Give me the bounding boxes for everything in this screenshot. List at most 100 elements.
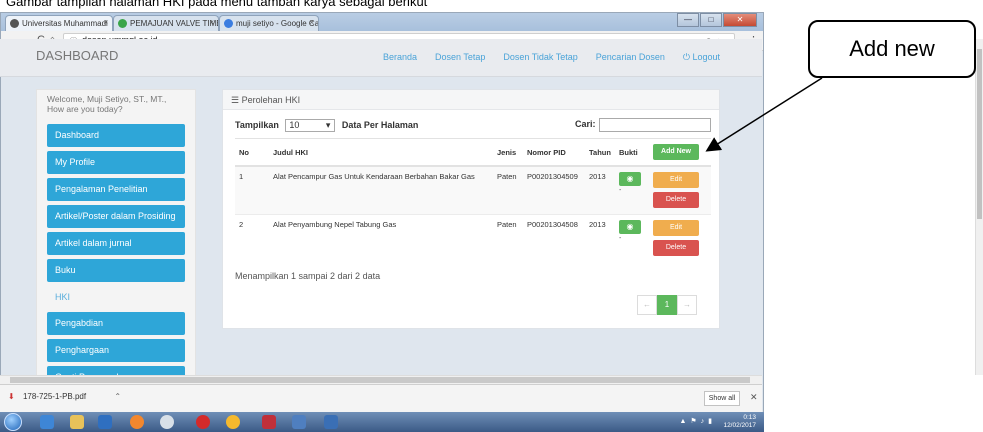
pagination: ← 1 → xyxy=(637,295,697,315)
list-icon: ☰ xyxy=(231,95,242,105)
sidebar-item-hki[interactable]: HKI xyxy=(47,286,185,308)
sidebar-item-pengalaman-penelitian[interactable]: Pengalaman Penelitian xyxy=(47,178,185,201)
hki-panel: ☰ Perolehan HKI Tampilkan 10 ▾ Data Per … xyxy=(222,89,720,329)
scrollbar-thumb[interactable] xyxy=(977,49,982,219)
clock[interactable]: 0:13 12/02/2017 xyxy=(723,414,756,430)
cell-jenis: Paten xyxy=(493,213,523,261)
tab-strip: Universitas Muhammadi × PEMAJUAN VALVE T… xyxy=(1,13,763,31)
panel-header: ☰ Perolehan HKI xyxy=(223,90,719,110)
word-icon[interactable] xyxy=(324,415,338,429)
col-judul[interactable]: Judul HKI xyxy=(269,138,493,167)
tray-icons[interactable]: ▲⚑♪▮ xyxy=(679,417,716,425)
cell-jenis: Paten xyxy=(493,165,523,214)
site-header: DASHBOARD Beranda Dosen Tetap Dosen Tida… xyxy=(0,39,762,77)
col-nomor-pid[interactable]: Nomor PID xyxy=(523,138,585,167)
browser-tab-1[interactable]: Universitas Muhammadi × xyxy=(5,15,113,31)
col-tahun[interactable]: Tahun xyxy=(585,138,615,167)
show-all-button[interactable]: Show all xyxy=(704,391,740,406)
firefox-icon[interactable] xyxy=(130,415,144,429)
close-icon[interactable]: × xyxy=(103,18,108,27)
horizontal-scrollbar[interactable] xyxy=(0,375,762,384)
google-icon xyxy=(224,19,233,28)
site-brand[interactable]: DASHBOARD xyxy=(36,48,118,63)
nav-beranda[interactable]: Beranda xyxy=(383,52,417,63)
chrome-icon[interactable] xyxy=(160,415,174,429)
table-row: 2 Alat Penyambung Nepel Tabung Gas Paten… xyxy=(235,213,711,261)
close-icon[interactable]: × xyxy=(309,18,314,27)
screenshot-icon[interactable] xyxy=(292,415,306,429)
nav-logout[interactable]: ⏻ Logout xyxy=(683,52,720,63)
sidebar-item-my-profile[interactable]: My Profile xyxy=(47,151,185,174)
tab-label: PEMAJUAN VALVE TIME xyxy=(130,19,219,28)
opera-icon[interactable] xyxy=(196,415,210,429)
add-new-button[interactable]: Add New xyxy=(653,144,699,160)
col-jenis[interactable]: Jenis xyxy=(493,138,523,167)
pdf-icon: ⬇ xyxy=(8,392,15,401)
scrollbar-thumb[interactable] xyxy=(10,377,750,383)
nav-dosen-tidak-tetap[interactable]: Dosen Tidak Tetap xyxy=(503,52,577,63)
app-icon[interactable] xyxy=(226,415,240,429)
cell-actions: Edit Delete xyxy=(649,165,711,214)
next-page-button[interactable]: → xyxy=(677,295,697,315)
tab-label: muji setiyo - Google Ca xyxy=(236,19,319,28)
cell-judul: Alat Penyambung Nepel Tabung Gas xyxy=(269,213,493,261)
close-icon[interactable]: ✕ xyxy=(750,392,758,403)
view-proof-icon[interactable]: ◉ xyxy=(619,172,641,186)
sidebar: Welcome, Muji Setiyo, ST., MT., How are … xyxy=(36,89,196,389)
folder-icon[interactable] xyxy=(70,415,84,429)
browser-tab-2[interactable]: PEMAJUAN VALVE TIME × xyxy=(113,15,219,31)
bukti-note: - xyxy=(619,234,622,242)
col-actions: Add New xyxy=(649,138,711,167)
media-player-icon[interactable] xyxy=(98,415,112,429)
nav-pencarian-dosen[interactable]: Pencarian Dosen xyxy=(596,52,665,63)
browser-tab-3[interactable]: muji setiyo - Google Ca × xyxy=(219,15,319,31)
delete-button[interactable]: Delete xyxy=(653,239,699,256)
annotation-callout: Add new xyxy=(808,20,976,78)
sidebar-item-artikel-poster[interactable]: Artikel/Poster dalam Prosiding xyxy=(47,205,185,228)
length-control: Tampilkan 10 ▾ Data Per Halaman xyxy=(235,119,418,132)
cell-tahun: 2013 xyxy=(585,165,615,214)
welcome-text: Welcome, Muji Setiyo, ST., MT., How are … xyxy=(47,94,167,114)
chrome-icon xyxy=(10,19,19,28)
annotation-label: Add new xyxy=(849,36,935,61)
edit-button[interactable]: Edit xyxy=(653,172,699,188)
window-controls: — □ ✕ xyxy=(676,13,757,27)
taskbar: ▲⚑♪▮ 0:13 12/02/2017 xyxy=(0,412,764,432)
download-item[interactable]: ⬇ 178-725-1-PB.pdf ⌃ xyxy=(8,392,121,401)
page-1-button[interactable]: 1 xyxy=(657,295,677,315)
page-length-select[interactable]: 10 ▾ xyxy=(285,119,336,132)
sidebar-item-artikel-jurnal[interactable]: Artikel dalam jurnal xyxy=(47,232,185,255)
search-input[interactable] xyxy=(599,118,711,132)
vertical-scrollbar[interactable] xyxy=(975,39,983,375)
minimize-button[interactable]: — xyxy=(677,13,699,27)
clock-time: 0:13 xyxy=(743,414,756,421)
col-bukti[interactable]: Bukti xyxy=(615,138,649,167)
show-label: Tampilkan xyxy=(235,119,279,130)
prev-page-button[interactable]: ← xyxy=(637,295,657,315)
sidebar-item-dashboard[interactable]: Dashboard xyxy=(47,124,185,147)
sidebar-item-buku[interactable]: Buku xyxy=(47,259,185,282)
start-button[interactable] xyxy=(4,413,22,431)
edit-button[interactable]: Edit xyxy=(653,219,699,236)
page-length-value: 10 xyxy=(289,120,300,130)
nav-dosen-tetap[interactable]: Dosen Tetap xyxy=(435,52,485,63)
cell-no: 1 xyxy=(235,165,269,214)
close-icon[interactable]: × xyxy=(209,18,214,27)
col-no[interactable]: No xyxy=(235,138,269,167)
pdf-app-icon[interactable] xyxy=(262,415,276,429)
search-label: Cari: xyxy=(575,119,596,129)
cell-tahun: 2013 xyxy=(585,213,615,261)
sidebar-item-pengabdian[interactable]: Pengabdian xyxy=(47,312,185,335)
view-proof-icon[interactable]: ◉ xyxy=(619,219,641,234)
ie-icon[interactable] xyxy=(40,415,54,429)
delete-button[interactable]: Delete xyxy=(653,192,699,208)
chevron-up-icon[interactable]: ⌃ xyxy=(114,392,121,401)
maximize-button[interactable]: □ xyxy=(700,13,722,27)
sidebar-item-penghargaan[interactable]: Penghargaan xyxy=(47,339,185,362)
caption-text: Gambar tampilan halaman HKI pada menu ta… xyxy=(6,0,428,9)
tab-label: Universitas Muhammadi xyxy=(22,19,108,28)
cell-bukti: ◉ - xyxy=(615,213,649,261)
top-nav: Beranda Dosen Tetap Dosen Tidak Tetap Pe… xyxy=(383,52,720,63)
window-close-button[interactable]: ✕ xyxy=(723,13,757,27)
bukti-note: - xyxy=(619,187,622,194)
